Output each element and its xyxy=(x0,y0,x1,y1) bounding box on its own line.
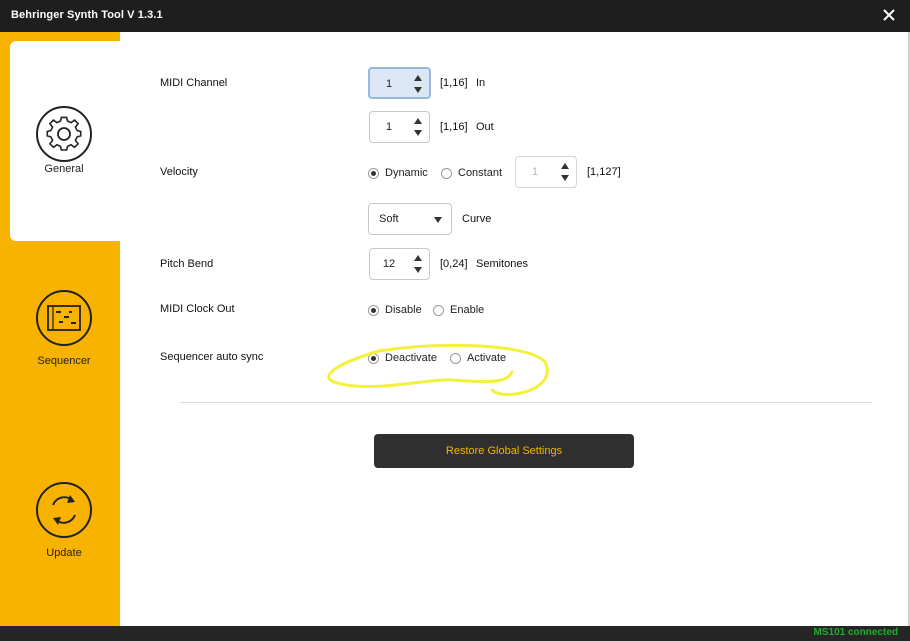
pitch-bend-value: 12 xyxy=(382,258,396,270)
radio-unchecked-icon xyxy=(450,352,461,364)
velocity-constant-value: 1 xyxy=(531,166,539,178)
midi-clock-disable-label: Disable xyxy=(385,304,422,316)
sidebar-item-update[interactable]: Update xyxy=(10,425,120,625)
midi-channel-out-suffix: Out xyxy=(476,121,494,133)
sidebar-item-label: Sequencer xyxy=(37,355,91,367)
sequencer-icon xyxy=(36,290,92,346)
velocity-constant-radio[interactable]: Constant xyxy=(441,166,502,180)
velocity-dynamic-label: Dynamic xyxy=(385,167,428,179)
pitch-bend-label: Pitch Bend xyxy=(160,258,214,270)
midi-channel-in-value: 1 xyxy=(385,78,393,90)
midi-channel-out-value: 1 xyxy=(385,121,393,133)
radio-checked-icon xyxy=(368,167,379,179)
status-bar: MS101 connected xyxy=(0,626,910,641)
auto-sync-activate-radio[interactable]: Activate xyxy=(450,351,506,365)
gear-icon xyxy=(36,106,92,162)
sidebar: General Sequencer Update xyxy=(0,32,120,626)
midi-channel-out-range: [1,16] xyxy=(440,121,468,133)
auto-sync-deactivate-radio[interactable]: Deactivate xyxy=(368,351,437,365)
sequencer-auto-sync-label: Sequencer auto sync xyxy=(160,351,264,363)
pitch-bend-stepper[interactable]: 12 xyxy=(369,248,430,280)
velocity-constant-stepper[interactable]: 1 xyxy=(515,156,577,188)
sidebar-item-label: Update xyxy=(46,547,82,559)
midi-channel-out-stepper[interactable]: 1 xyxy=(369,111,430,143)
auto-sync-activate-label: Activate xyxy=(467,352,507,364)
sidebar-item-general[interactable]: General xyxy=(10,41,120,241)
velocity-curve-value: Soft xyxy=(379,213,399,225)
pitch-bend-unit: Semitones xyxy=(476,258,528,270)
velocity-label: Velocity xyxy=(160,166,198,178)
highlight-annotation xyxy=(327,343,549,396)
velocity-curve-label: Curve xyxy=(462,213,492,225)
stepper-arrows-icon[interactable] xyxy=(413,73,423,95)
chevron-down-icon xyxy=(434,217,442,223)
velocity-curve-select[interactable]: Soft xyxy=(368,203,452,235)
velocity-constant-label: Constant xyxy=(458,167,503,179)
section-divider xyxy=(180,402,872,403)
radio-unchecked-icon xyxy=(433,304,444,316)
refresh-icon xyxy=(36,482,92,538)
radio-checked-icon xyxy=(368,352,379,364)
stepper-arrows-icon[interactable] xyxy=(413,253,423,275)
velocity-constant-range: [1,127] xyxy=(587,166,621,178)
midi-channel-in-range: [1,16] xyxy=(440,77,468,89)
general-settings-panel: MIDI Channel 1 [1,16] In 1 [1,16] Out Ve… xyxy=(120,32,908,626)
radio-unchecked-icon xyxy=(441,167,452,179)
velocity-dynamic-radio[interactable]: Dynamic xyxy=(368,166,428,180)
window-title: Behringer Synth Tool V 1.3.1 xyxy=(11,9,163,21)
midi-clock-out-label: MIDI Clock Out xyxy=(160,303,235,315)
stepper-arrows-icon[interactable] xyxy=(413,116,423,138)
sidebar-item-sequencer[interactable]: Sequencer xyxy=(10,233,120,433)
midi-clock-enable-label: Enable xyxy=(450,304,485,316)
close-icon[interactable] xyxy=(882,8,896,22)
stepper-arrows-icon[interactable] xyxy=(560,161,570,183)
midi-channel-in-suffix: In xyxy=(476,77,486,89)
midi-channel-in-stepper[interactable]: 1 xyxy=(368,67,431,99)
midi-clock-enable-radio[interactable]: Enable xyxy=(433,303,484,317)
connection-status: MS101 connected xyxy=(813,627,898,638)
restore-global-settings-button[interactable]: Restore Global Settings xyxy=(374,434,634,468)
midi-clock-disable-radio[interactable]: Disable xyxy=(368,303,422,317)
title-bar: Behringer Synth Tool V 1.3.1 xyxy=(0,0,910,32)
auto-sync-deactivate-label: Deactivate xyxy=(385,352,437,364)
radio-checked-icon xyxy=(368,304,379,316)
pitch-bend-range: [0,24] xyxy=(440,258,468,270)
midi-channel-label: MIDI Channel xyxy=(160,77,228,89)
sidebar-item-label: General xyxy=(44,163,84,175)
